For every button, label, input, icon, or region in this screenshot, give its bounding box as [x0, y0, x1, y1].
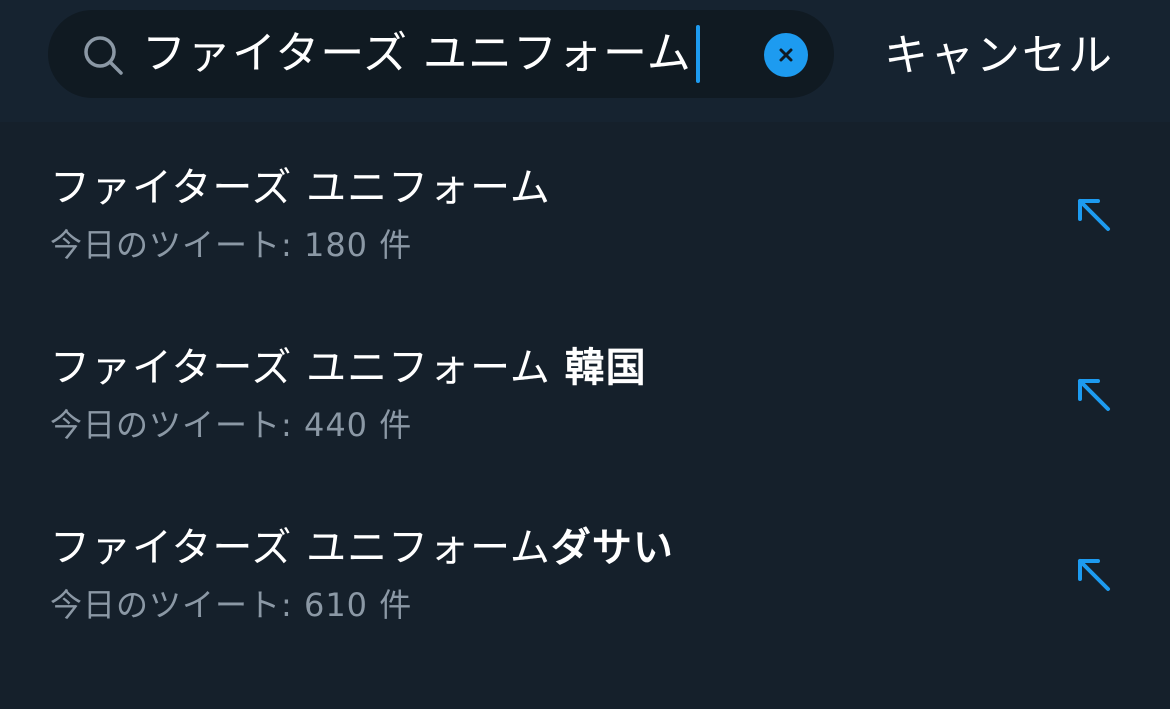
search-text-area[interactable]: ファイターズ ユニフォーム — [142, 24, 700, 84]
search-query-text: ファイターズ ユニフォーム — [142, 28, 692, 79]
suggestion-title: ファイターズ ユニフォームダサい — [50, 523, 674, 573]
suggestion-title-base: ファイターズ ユニフォーム — [50, 165, 551, 211]
fill-query-arrow-icon[interactable] — [1072, 553, 1114, 595]
suggestion-tweet-count: 今日のツイート: 180 件 — [50, 226, 413, 264]
fill-query-arrow-icon[interactable] — [1072, 193, 1114, 235]
suggestion-item[interactable]: ファイターズ ユニフォーム 今日のツイート: 180 件 — [0, 135, 1170, 315]
suggestion-tweet-count: 今日のツイート: 610 件 — [50, 586, 413, 624]
suggestion-title: ファイターズ ユニフォーム 韓国 — [50, 343, 647, 393]
suggestion-title-bold: ダサい — [550, 525, 674, 571]
suggestion-title: ファイターズ ユニフォーム — [50, 163, 551, 213]
x-icon — [779, 48, 793, 62]
cancel-button[interactable]: キャンセル — [884, 24, 1114, 88]
suggestion-title-bold: 韓国 — [564, 345, 647, 391]
suggestion-item[interactable]: ファイターズ ユニフォーム 韓国 今日のツイート: 440 件 — [0, 315, 1170, 495]
search-icon — [84, 36, 123, 75]
fill-query-arrow-icon[interactable] — [1072, 373, 1114, 415]
search-suggestions-screen: ファイターズ ユニフォーム キャンセル ファイターズ ユニフォーム 今日のツイー… — [0, 0, 1170, 709]
text-caret — [695, 25, 700, 83]
suggestion-item[interactable]: ファイターズ ユニフォームダサい 今日のツイート: 610 件 — [0, 495, 1170, 675]
suggestion-title-base: ファイターズ ユニフォーム — [50, 525, 551, 571]
clear-search-button[interactable] — [764, 33, 808, 77]
search-header: ファイターズ ユニフォーム キャンセル — [0, 0, 1170, 122]
suggestion-title-base: ファイターズ ユニフォーム — [50, 345, 565, 391]
suggestion-tweet-count: 今日のツイート: 440 件 — [50, 406, 413, 444]
